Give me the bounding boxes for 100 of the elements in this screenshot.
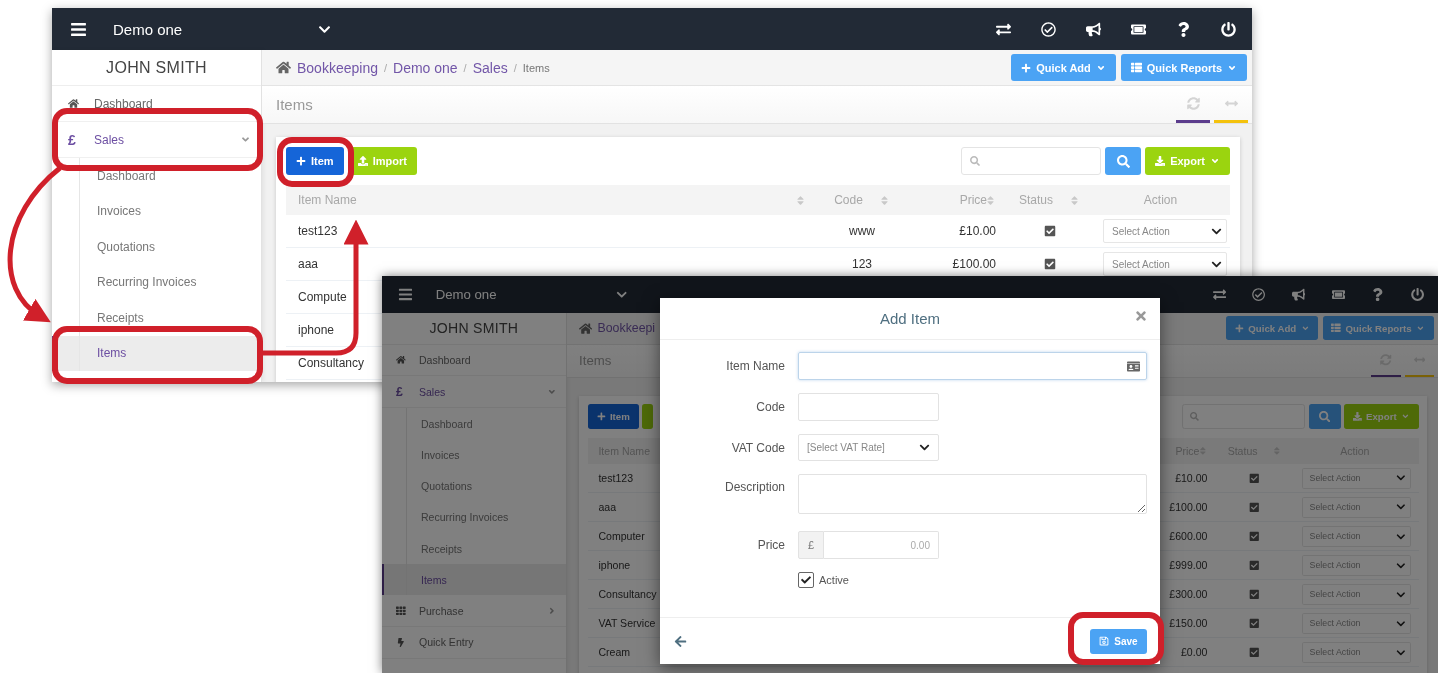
download-icon — [1352, 412, 1362, 422]
table-cell: iphone — [298, 323, 335, 337]
pound-icon: £ — [68, 131, 76, 148]
column-header: Status — [1019, 193, 1053, 207]
close-icon — [1134, 309, 1148, 323]
breadcrumb-link[interactable]: Demo one — [393, 59, 458, 76]
field-label: Item Name — [725, 359, 785, 373]
sidebar-subitem[interactable]: Invoices — [52, 193, 261, 229]
home-icon[interactable] — [276, 60, 291, 75]
input-field[interactable] — [798, 352, 1147, 380]
chevron-down-icon — [1396, 589, 1407, 600]
megaphone-icon[interactable] — [1086, 21, 1101, 37]
help-icon[interactable] — [1176, 21, 1191, 37]
chevron-down-icon — [1396, 647, 1407, 658]
menu-icon[interactable] — [70, 20, 87, 38]
refresh-icon — [1186, 96, 1200, 110]
table-cell: VAT Service — [598, 617, 656, 630]
vat-select[interactable]: [Select VAT Rate] — [798, 434, 939, 461]
caret-icon — [1210, 156, 1220, 166]
home-icon — [396, 355, 406, 365]
field-label: VAT Code — [730, 440, 785, 455]
table-cell: test123 — [298, 224, 338, 238]
table-cell: Compute — [298, 290, 347, 304]
table-cell: £100.00 — [1169, 501, 1208, 514]
power-icon[interactable] — [1221, 21, 1236, 37]
sidebar-subitem[interactable]: Receipts — [52, 300, 261, 336]
checkbox-label: Active — [819, 574, 849, 586]
action-select[interactable]: Select Action — [1103, 252, 1227, 276]
sidebar-subitem[interactable]: Receipts — [382, 532, 566, 565]
chevron-down-icon — [1396, 560, 1407, 571]
price-input[interactable]: 0.00 — [824, 531, 939, 559]
sidebar-subitem[interactable]: Recurring Invoices — [52, 264, 261, 300]
company-name[interactable]: Demo one — [435, 286, 617, 302]
search-icon — [1116, 154, 1130, 168]
quick-add-button[interactable]: Quick Add — [1011, 54, 1116, 81]
table-cell: £150.00 — [1169, 617, 1208, 630]
sidebar-item[interactable]: Dashboard — [382, 344, 566, 377]
table-cell: Consultancy — [598, 588, 657, 601]
add-item-button[interactable]: Item — [587, 404, 639, 430]
sidebar-item[interactable]: Purchase — [382, 595, 566, 628]
download-icon — [1155, 156, 1166, 166]
plus-icon — [296, 156, 306, 166]
table-cell: £300.00 — [1169, 588, 1208, 601]
pound-icon: £ — [396, 384, 403, 399]
table-cell: £999.00 — [1169, 559, 1208, 572]
field-label: Code — [755, 400, 785, 414]
plus-icon — [1235, 323, 1244, 333]
sidebar-subitem[interactable]: Quotations — [52, 229, 261, 265]
page-title: Items — [276, 96, 313, 113]
table-cell: iphone — [598, 559, 631, 572]
table-cell: £10.00 — [959, 224, 996, 238]
currency-addon: £ — [798, 531, 824, 559]
search-button[interactable] — [1105, 147, 1142, 175]
column-header: Item Name — [298, 193, 357, 207]
back-arrow-icon — [674, 634, 687, 648]
table-cell: Consultancy — [298, 356, 365, 370]
save-button[interactable]: Save — [1090, 628, 1147, 654]
column-header: Action — [1143, 193, 1178, 207]
column-header: Code — [834, 193, 863, 207]
home-icon[interactable] — [579, 321, 593, 335]
search-icon — [1190, 412, 1199, 422]
quick-reports-button[interactable]: Quick Reports — [1322, 316, 1434, 341]
column-header: Price — [959, 193, 987, 207]
sidebar-item[interactable]: £ Sales — [382, 376, 566, 408]
sidebar-subitem[interactable]: Quotations — [382, 470, 566, 502]
plus-icon — [1021, 62, 1032, 73]
breadcrumb-current: Items — [522, 61, 550, 74]
table-cell: £0.00 — [1181, 646, 1208, 659]
check-icon — [801, 575, 811, 585]
search-icon — [1318, 411, 1331, 423]
table-cell: £10.00 — [1175, 472, 1208, 485]
swap-arrows-icon[interactable] — [996, 21, 1011, 37]
breadcrumb-link[interactable]: Bookkeepi — [597, 321, 656, 336]
sidebar-item[interactable]: Quick Entry — [382, 627, 566, 659]
table-cell: Cream — [598, 646, 631, 659]
export-button[interactable]: Export — [1344, 404, 1419, 430]
search-icon — [970, 156, 981, 166]
table-cell: test123 — [598, 472, 634, 485]
table-cell: 123 — [852, 257, 872, 271]
sidebar-subitem[interactable]: Recurring Invoices — [382, 501, 566, 533]
sidebar-subitem[interactable]: Dashboard — [382, 407, 566, 440]
add-item-button[interactable]: Item — [286, 147, 344, 175]
sidebar-subitem[interactable]: Items — [382, 564, 566, 596]
breadcrumb-separator: / — [463, 61, 467, 74]
field-label: Description — [723, 479, 785, 494]
search-field[interactable] — [1182, 404, 1306, 430]
quick-add-button[interactable]: Quick Add — [1226, 316, 1319, 341]
save-icon — [1099, 636, 1110, 646]
input-field[interactable] — [798, 393, 939, 421]
quick-reports-button[interactable]: Quick Reports — [1120, 54, 1247, 81]
breadcrumb-link[interactable]: Bookkeeping — [297, 59, 378, 76]
action-select[interactable]: Select Action — [1103, 219, 1227, 243]
company-name[interactable]: Demo one — [113, 20, 318, 38]
search-field[interactable] — [961, 147, 1102, 175]
sidebar-subitem[interactable]: Dashboard — [52, 158, 261, 194]
sidebar-subitem[interactable]: Invoices — [382, 439, 566, 471]
checkbox[interactable] — [798, 572, 814, 588]
export-button[interactable]: Export — [1145, 147, 1230, 175]
breadcrumb-link[interactable]: Sales — [472, 59, 508, 76]
field-label: Price — [756, 538, 785, 552]
